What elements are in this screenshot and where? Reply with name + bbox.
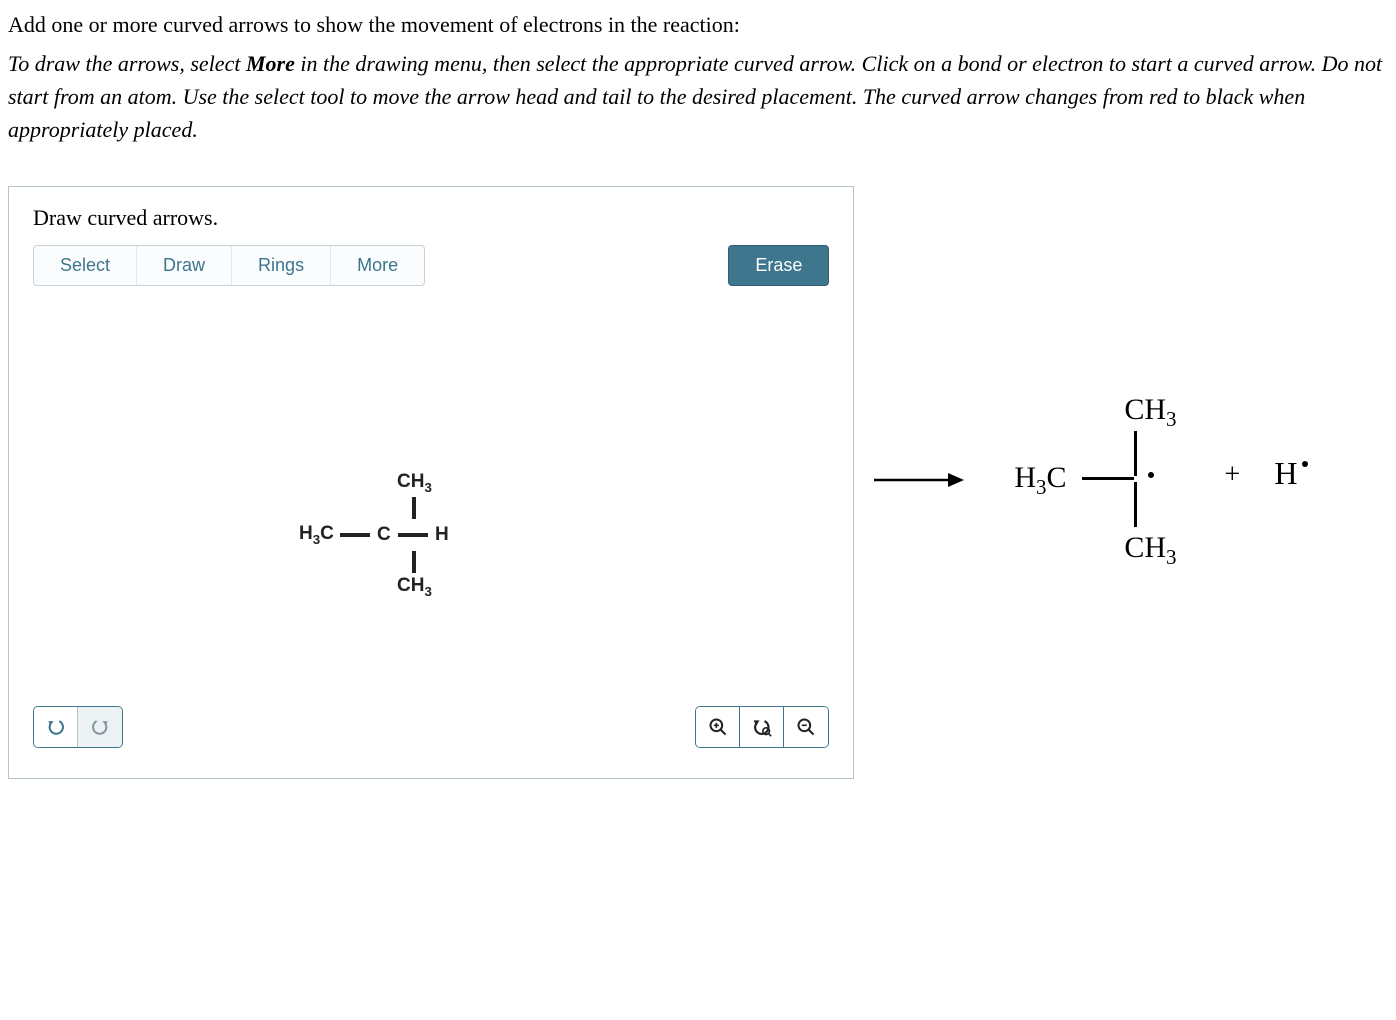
redo-button [78, 707, 122, 747]
product-ch3-top: CH3 [1124, 393, 1176, 432]
bond-horizontal[interactable] [398, 533, 428, 537]
reactant-h-right: H [434, 524, 450, 546]
tab-rings[interactable]: Rings [232, 246, 331, 285]
product-bond-h [1082, 477, 1134, 480]
zoom-group [695, 706, 829, 748]
tab-draw[interactable]: Draw [137, 246, 232, 285]
undo-redo-group [33, 706, 123, 748]
reactant-ch3-bottom: CH3 [379, 575, 450, 599]
reactant-molecule: CH3 H3C C H CH3 [299, 471, 450, 599]
zoom-in-button[interactable] [696, 707, 740, 747]
product-h-radical-dot [1302, 461, 1308, 467]
reactant-c-center: C [376, 524, 392, 546]
instr-bold: More [246, 51, 295, 76]
editor-title: Draw curved arrows. [9, 205, 853, 245]
reactant-h3c-left: H3C [299, 523, 334, 547]
drawing-canvas[interactable]: CH3 H3C C H CH3 [9, 286, 853, 706]
zoom-reset-button[interactable] [740, 707, 784, 747]
reactant-ch3-top: CH3 [379, 471, 450, 495]
arrow-icon [874, 470, 964, 490]
instruction-text: To draw the arrows, select More in the d… [8, 47, 1388, 146]
erase-button[interactable]: Erase [728, 245, 829, 286]
instr-p1: To draw the arrows, select [8, 51, 246, 76]
zoom-out-icon [796, 717, 816, 737]
product-h3c-left: H3C [1014, 461, 1066, 500]
bottom-controls [9, 706, 853, 748]
tab-select[interactable]: Select [34, 246, 137, 285]
undo-icon [46, 717, 66, 737]
product-radical-dot [1148, 472, 1154, 478]
product-bond-vt [1134, 431, 1137, 476]
drawing-editor: Draw curved arrows. Select Draw Rings Mo… [8, 186, 854, 779]
zoom-reset-icon [752, 717, 772, 737]
toolbar-tabs: Select Draw Rings More [33, 245, 425, 286]
product-h-radical: H [1274, 455, 1297, 492]
product-molecule: CH3 H3C CH3 + H [994, 393, 1388, 573]
zoom-in-icon [708, 717, 728, 737]
reaction-arrow [874, 470, 964, 496]
product-ch3-bottom: CH3 [1124, 531, 1176, 570]
bond-vertical[interactable] [412, 551, 416, 573]
product-bond-vb [1134, 482, 1137, 527]
editor-toolbar: Select Draw Rings More Erase [9, 245, 853, 286]
redo-icon [90, 717, 110, 737]
bond-vertical[interactable] [412, 497, 416, 519]
tab-more[interactable]: More [331, 246, 424, 285]
bond-horizontal[interactable] [340, 533, 370, 537]
undo-button[interactable] [34, 707, 78, 747]
zoom-out-button[interactable] [784, 707, 828, 747]
plus-sign: + [1224, 459, 1240, 491]
question-text: Add one or more curved arrows to show th… [8, 8, 1388, 41]
